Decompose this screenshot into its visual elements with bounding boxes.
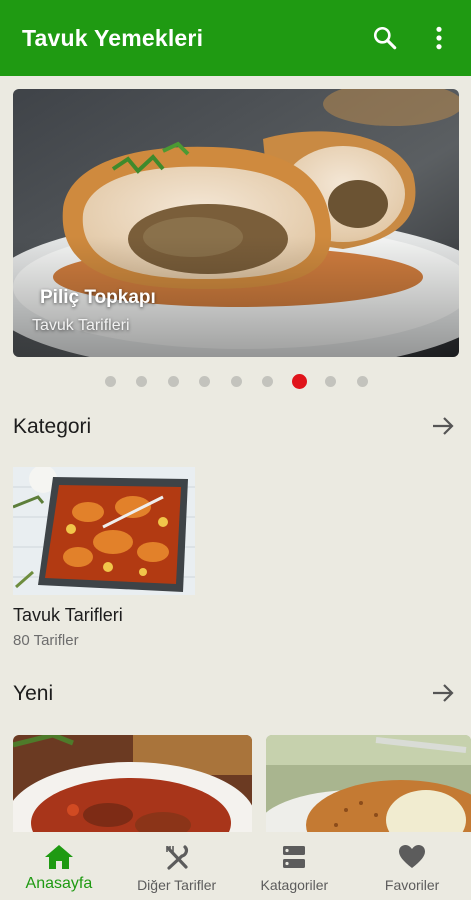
app-title: Tavuk Yemekleri: [22, 24, 204, 51]
home-icon: [44, 844, 74, 870]
new-recipe-card[interactable]: [13, 735, 252, 835]
app-bar: Tavuk Yemekleri: [0, 0, 471, 76]
featured-recipe-slider[interactable]: Piliç Topkapı Tavuk Tarifleri: [13, 89, 459, 357]
nav-label-favorites: Favoriler: [384, 877, 440, 893]
pagination-dot[interactable]: [356, 376, 368, 387]
featured-recipe-category: Tavuk Tarifleri: [32, 317, 130, 334]
new-recipe-card[interactable]: [266, 735, 471, 835]
list-icon: [281, 844, 307, 870]
pagination-dot[interactable]: [136, 376, 147, 387]
pagination-dot[interactable]: [104, 376, 116, 387]
nav-item-other-recipes[interactable]: Diğer Tarifler: [118, 832, 236, 900]
new-section-title: Yeni: [13, 682, 54, 705]
nav-item-categories[interactable]: Katagoriler: [236, 832, 354, 900]
pagination-dot-active[interactable]: [291, 374, 307, 389]
new-recipe-image: [266, 735, 471, 835]
heart-icon: [398, 844, 426, 870]
pagination-dot[interactable]: [199, 376, 210, 387]
utensils-icon: [164, 844, 190, 870]
app-bar-actions: [371, 0, 453, 76]
search-icon[interactable]: [371, 24, 399, 52]
bottom-navigation: Anasayfa Diğer Tarifler Katagoriler Favo…: [0, 832, 471, 900]
more-vert-icon[interactable]: [425, 24, 453, 52]
pagination-dot[interactable]: [262, 376, 273, 387]
featured-recipe-title: Piliç Topkapı: [40, 287, 156, 308]
pagination-dot[interactable]: [325, 376, 336, 387]
nav-item-favorites[interactable]: Favoriler: [353, 832, 471, 900]
category-name: Tavuk Tarifleri: [13, 605, 123, 625]
pagination-dot[interactable]: [167, 376, 179, 387]
nav-label-other-recipes: Diğer Tarifler: [137, 877, 217, 893]
pagination-dot[interactable]: [230, 376, 242, 387]
category-see-all-arrow-icon[interactable]: [429, 412, 457, 440]
category-image: [13, 467, 195, 595]
category-section-title: Kategori: [13, 415, 92, 438]
slider-pagination: [0, 373, 471, 389]
category-card[interactable]: Tavuk Tarifleri 80 Tarifler: [13, 467, 195, 649]
new-see-all-arrow-icon[interactable]: [429, 679, 457, 707]
nav-label-home: Anasayfa: [25, 875, 93, 892]
category-recipe-count: 80 Tarifler: [13, 632, 79, 649]
nav-item-home[interactable]: Anasayfa: [0, 832, 118, 900]
new-recipe-image: [13, 735, 252, 835]
nav-label-categories: Katagoriler: [260, 877, 329, 893]
